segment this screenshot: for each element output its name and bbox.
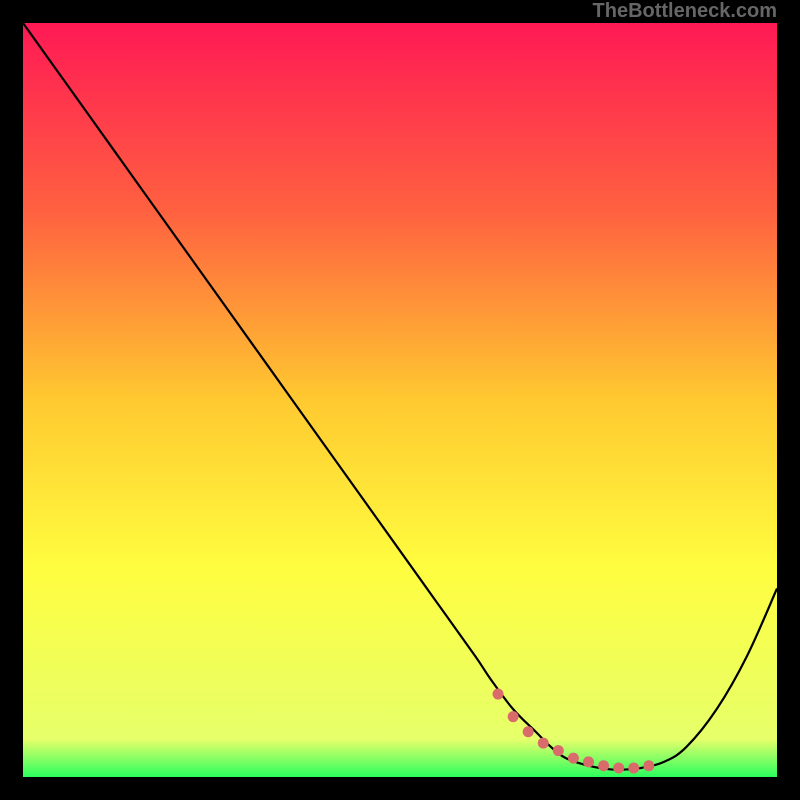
marker-dot: [598, 760, 609, 771]
marker-dot: [538, 738, 549, 749]
marker-dot: [613, 762, 624, 773]
marker-dot: [493, 689, 504, 700]
marker-dot: [553, 745, 564, 756]
gradient-background: [23, 23, 777, 777]
watermark-text: TheBottleneck.com: [593, 0, 777, 23]
marker-dot: [628, 762, 639, 773]
marker-dot: [643, 760, 654, 771]
marker-dot: [508, 711, 519, 722]
marker-dot: [568, 753, 579, 764]
chart-svg: [23, 23, 777, 777]
plot-area: [23, 23, 777, 777]
marker-dot: [523, 726, 534, 737]
chart-container: TheBottleneck.com: [0, 0, 800, 800]
marker-dot: [583, 756, 594, 767]
